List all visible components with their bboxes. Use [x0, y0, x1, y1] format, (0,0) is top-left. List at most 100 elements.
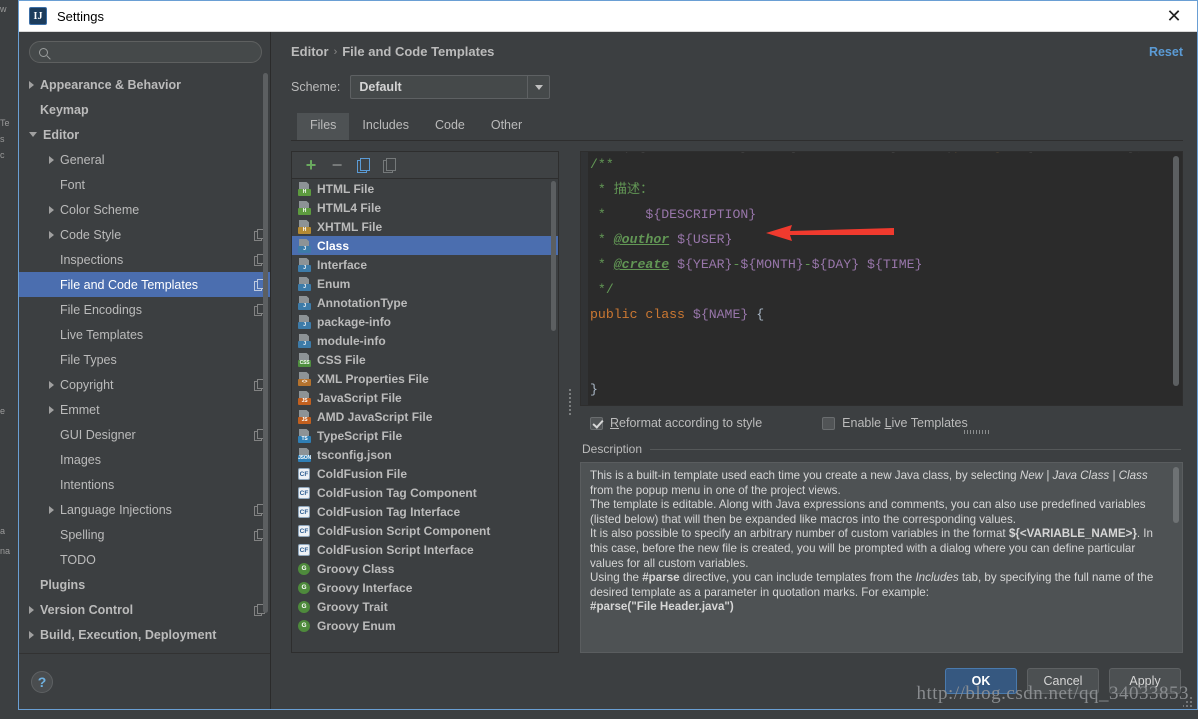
tab-other[interactable]: Other [478, 113, 535, 140]
cancel-button[interactable]: Cancel [1027, 668, 1099, 694]
editor-scrollbar[interactable] [1173, 156, 1179, 386]
list-item[interactable]: CSS CSS File [292, 350, 558, 369]
sidebar-item-color-scheme[interactable]: Color Scheme [19, 197, 270, 222]
list-item[interactable]: G Groovy Trait [292, 597, 558, 616]
list-item[interactable]: G Groovy Class [292, 559, 558, 578]
sidebar-item-intentions[interactable]: Intentions [19, 472, 270, 497]
sidebar-item-appearance-behavior[interactable]: Appearance & Behavior [19, 72, 270, 97]
list-item[interactable]: CF ColdFusion File [292, 464, 558, 483]
description-panel: This is a built-in template used each ti… [580, 462, 1183, 653]
search-input[interactable] [54, 45, 252, 59]
chevron-right-icon[interactable] [29, 630, 34, 639]
sidebar-item-file-encodings[interactable]: File Encodings [19, 297, 270, 322]
template-code-editor[interactable]: #if (${PACKAGE_NAME} && ${PACKAGE_NAME} … [580, 151, 1183, 406]
remove-template-button[interactable]: − [326, 155, 348, 175]
sidebar-item-file-and-code-templates[interactable]: File and Code Templates [19, 272, 270, 297]
java-package-info-icon: J [298, 314, 311, 329]
chevron-right-icon[interactable] [49, 505, 54, 514]
reformat-label: Reformat according to style [610, 416, 763, 430]
list-item[interactable]: JS AMD JavaScript File [292, 407, 558, 426]
list-item[interactable]: CF ColdFusion Tag Component [292, 483, 558, 502]
tab-code[interactable]: Code [422, 113, 478, 140]
list-item[interactable]: J Enum [292, 274, 558, 293]
list-item[interactable]: Jpackage-info [292, 312, 558, 331]
list-item[interactable]: TS TypeScript File [292, 426, 558, 445]
sidebar-item-build-execution-deployment[interactable]: Build, Execution, Deployment [19, 622, 270, 647]
list-item-label: TypeScript File [317, 428, 403, 443]
sidebar-item-images[interactable]: Images [19, 447, 270, 472]
chevron-down-icon[interactable] [29, 132, 37, 137]
chevron-right-icon[interactable] [49, 380, 54, 389]
code-text[interactable]: /** * 描述： * ${DESCRIPTION} * @outhor ${U… [588, 152, 1170, 405]
sidebar-item-file-types[interactable]: File Types [19, 347, 270, 372]
list-item[interactable]: Jmodule-info [292, 331, 558, 350]
chevron-right-icon[interactable] [49, 230, 54, 239]
sidebar-item-label: Spelling [60, 527, 105, 542]
sidebar-item-label: General [60, 152, 105, 167]
templates-list-scrollbar[interactable] [551, 181, 556, 331]
breadcrumb-parent[interactable]: Editor [291, 44, 329, 59]
list-item[interactable]: J AnnotationType [292, 293, 558, 312]
sidebar-footer: ? [19, 653, 270, 709]
close-icon[interactable]: ✕ [1151, 1, 1197, 32]
list-item-label: ColdFusion File [317, 466, 407, 481]
pane-splitter[interactable] [567, 151, 572, 653]
live-templates-checkbox[interactable]: Enable Live Templates [822, 416, 968, 430]
chevron-right-icon[interactable] [49, 405, 54, 414]
sidebar-item-emmet[interactable]: Emmet [19, 397, 270, 422]
list-item-label: Interface [317, 257, 368, 272]
list-item[interactable]: JSON tsconfig.json [292, 445, 558, 464]
sidebar-item-language-injections[interactable]: Language Injections [19, 497, 270, 522]
reformat-checkbox[interactable]: Reformat according to style [590, 416, 762, 430]
sidebar-item-code-style[interactable]: Code Style [19, 222, 270, 247]
sidebar-item-plugins[interactable]: Plugins [19, 572, 270, 597]
sidebar-item-todo[interactable]: TODO [19, 547, 270, 572]
sidebar-scrollbar[interactable] [263, 73, 268, 613]
save-as-template-button[interactable] [378, 155, 400, 175]
list-item[interactable]: CF ColdFusion Tag Interface [292, 502, 558, 521]
tab-includes[interactable]: Includes [349, 113, 422, 140]
javascript-file-icon: JS [298, 390, 311, 405]
groovy-trait-icon: G [298, 600, 311, 614]
sidebar-item-copyright[interactable]: Copyright [19, 372, 270, 397]
chevron-right-icon[interactable] [29, 605, 34, 614]
ok-button[interactable]: OK [945, 668, 1017, 694]
description-scrollbar[interactable] [1173, 467, 1179, 523]
sidebar-item-live-templates[interactable]: Live Templates [19, 322, 270, 347]
sidebar-item-inspections[interactable]: Inspections [19, 247, 270, 272]
sidebar-item-version-control[interactable]: Version Control [19, 597, 270, 622]
content-header: Editor › File and Code Templates Reset S… [271, 32, 1197, 141]
list-item[interactable]: JS JavaScript File [292, 388, 558, 407]
dialog-body: Appearance & Behavior Keymap Editor General… [19, 32, 1197, 709]
sidebar-item-spelling[interactable]: Spelling [19, 522, 270, 547]
sidebar-item-editor[interactable]: Editor [19, 122, 270, 147]
list-item[interactable]: H XHTML File [292, 217, 558, 236]
scheme-dropdown[interactable]: Default [350, 75, 551, 99]
sidebar-item-general[interactable]: General [19, 147, 270, 172]
list-item[interactable]: <> XML Properties File [292, 369, 558, 388]
tab-files[interactable]: Files [297, 113, 350, 140]
list-item[interactable]: J Class [292, 236, 558, 255]
sidebar-item-gui-designer[interactable]: GUI Designer [19, 422, 270, 447]
sidebar-item-keymap[interactable]: Keymap [19, 97, 270, 122]
list-item[interactable]: CF ColdFusion Script Component [292, 521, 558, 540]
add-template-button[interactable]: + [300, 155, 322, 175]
chevron-right-icon[interactable] [49, 205, 54, 214]
chevron-right-icon[interactable] [29, 80, 34, 89]
list-item[interactable]: H HTML4 File [292, 198, 558, 217]
list-item[interactable]: J Interface [292, 255, 558, 274]
list-item[interactable]: G Groovy Enum [292, 616, 558, 635]
chevron-right-icon[interactable] [49, 155, 54, 164]
list-item[interactable]: H HTML File [292, 179, 558, 198]
search-box[interactable] [29, 41, 262, 63]
chevron-down-icon[interactable] [527, 76, 549, 98]
help-icon[interactable]: ? [31, 670, 53, 693]
list-item[interactable]: CF ColdFusion Script Interface [292, 540, 558, 559]
copy-template-button[interactable] [352, 155, 374, 175]
reset-link[interactable]: Reset [1149, 45, 1183, 59]
list-item[interactable]: G Groovy Interface [292, 578, 558, 597]
sidebar-item-label: Inspections [60, 252, 124, 267]
sidebar-item-font[interactable]: Font [19, 172, 270, 197]
resize-grip-icon[interactable] [1183, 696, 1194, 707]
apply-button[interactable]: Apply [1109, 668, 1181, 694]
